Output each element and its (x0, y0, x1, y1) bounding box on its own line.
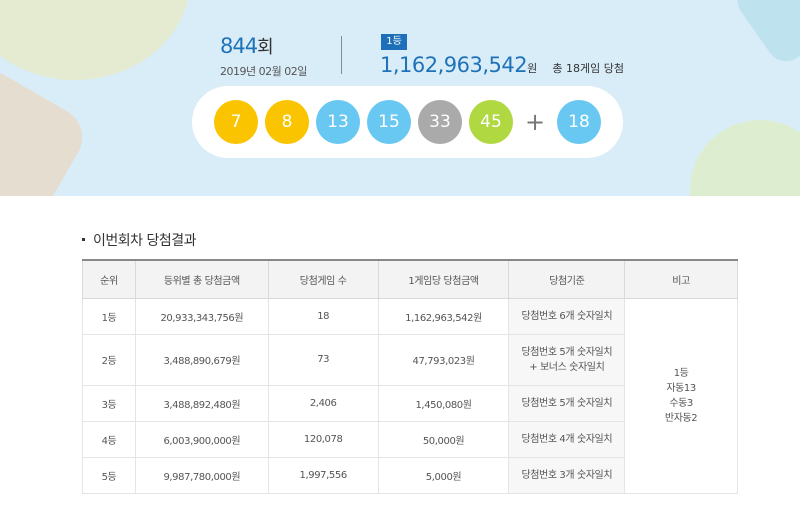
total-amount-cell: 9,987,780,000원 (134, 456, 269, 494)
per-game-amount-cell: 5,000원 (377, 456, 510, 494)
round-number-value: 844 (220, 34, 258, 58)
draw-date: 2019년 02월 02일 (220, 65, 307, 78)
rank-cell: 1등 (82, 297, 136, 335)
header-total-amount: 등위별 총 당첨금액 (134, 259, 269, 299)
number-ball: 7 (214, 100, 258, 144)
winning-games-cell: 2,406 (267, 384, 379, 422)
note-line: 반자동2 (664, 412, 698, 424)
round-number-suffix: 회 (257, 37, 274, 58)
rank-cell: 2등 (82, 333, 136, 386)
winning-numbers-panel: 7 8 13 15 33 45 + 18 (192, 86, 623, 158)
round-number: 844회 (220, 33, 307, 59)
note-line: 1등 (673, 367, 689, 379)
rank-cell: 5등 (82, 456, 136, 494)
plus-sign: + (524, 108, 546, 136)
criteria-cell: 당첨번호 5개 숫자일치 + 보너스 숫자일치 (508, 333, 626, 386)
criteria-text: 당첨번호 5개 숫자일치 (521, 346, 613, 358)
decorative-shape (690, 120, 800, 196)
bullet-icon (82, 237, 85, 241)
header-winning-games: 당첨게임 수 (267, 259, 379, 299)
divider (341, 36, 342, 74)
criteria-cell: 당첨번호 3개 숫자일치 (508, 456, 626, 494)
bonus-number-ball: 18 (557, 100, 601, 144)
rank-cell: 4등 (82, 420, 136, 458)
total-amount-cell: 6,003,900,000원 (134, 420, 269, 458)
per-game-amount-cell: 1,162,963,542원 (377, 297, 510, 335)
section-title-text: 이번회차 당첨결과 (93, 233, 197, 249)
winning-games-cell: 18 (267, 297, 379, 335)
decorative-shape (0, 0, 190, 80)
note-line: 수동3 (669, 397, 693, 409)
per-game-amount-cell: 50,000원 (377, 420, 510, 458)
round-info: 844회 2019년 02월 02일 (220, 33, 307, 79)
draw-summary-banner: 844회 2019년 02월 02일 1등 1,162,963,542원 총 1… (0, 0, 800, 196)
criteria-text: 당첨번호 4개 숫자일치 (521, 433, 613, 445)
table-header-row: 순위 등위별 총 당첨금액 당첨게임 수 1게임당 당첨금액 당첨기준 비고 (82, 259, 738, 299)
total-amount-cell: 3,488,892,480원 (134, 384, 269, 422)
number-ball: 45 (469, 100, 513, 144)
number-ball: 33 (418, 100, 462, 144)
header-note: 비고 (624, 259, 738, 299)
rank-cell: 3등 (82, 384, 136, 422)
table-row: 1등 20,933,343,756원 18 1,162,963,542원 당첨번… (82, 297, 738, 494)
first-prize-games: 총 18게임 당첨 (552, 62, 624, 75)
criteria-text: 당첨번호 6개 숫자일치 (521, 310, 613, 322)
winning-games-cell: 120,078 (267, 420, 379, 458)
section-title: 이번회차 당첨결과 (82, 230, 197, 250)
total-amount-cell: 20,933,343,756원 (134, 297, 269, 335)
first-prize-unit: 원 (527, 62, 538, 75)
criteria-cell: 당첨번호 6개 숫자일치 (508, 297, 626, 335)
number-ball: 13 (316, 100, 360, 144)
decorative-shape (729, 0, 800, 70)
winning-games-cell: 1,997,556 (267, 456, 379, 494)
criteria-cell: 당첨번호 4개 숫자일치 (508, 420, 626, 458)
note-cell: 1등 자동13 수동3 반자동2 (624, 297, 738, 494)
number-ball: 8 (265, 100, 309, 144)
header-criteria: 당첨기준 (508, 259, 626, 299)
criteria-cell: 당첨번호 5개 숫자일치 (508, 384, 626, 422)
first-prize-info: 1,162,963,542원 총 18게임 당첨 (380, 53, 624, 77)
note-line: 자동13 (666, 382, 696, 394)
winning-games-cell: 73 (267, 333, 379, 386)
header-per-game-amount: 1게임당 당첨금액 (377, 259, 510, 299)
criteria-text: + 보너스 숫자일치 (529, 361, 605, 373)
results-table: 순위 등위별 총 당첨금액 당첨게임 수 1게임당 당첨금액 당첨기준 비고 1… (82, 259, 738, 494)
total-amount-cell: 3,488,890,679원 (134, 333, 269, 386)
first-prize-amount: 1,162,963,542 (380, 53, 528, 77)
per-game-amount-cell: 47,793,023원 (377, 333, 510, 386)
criteria-text: 당첨번호 3개 숫자일치 (521, 469, 613, 481)
number-ball: 15 (367, 100, 411, 144)
header-rank: 순위 (82, 259, 136, 299)
per-game-amount-cell: 1,450,080원 (377, 384, 510, 422)
first-prize-badge: 1등 (381, 34, 407, 50)
criteria-text: 당첨번호 5개 숫자일치 (521, 397, 613, 409)
